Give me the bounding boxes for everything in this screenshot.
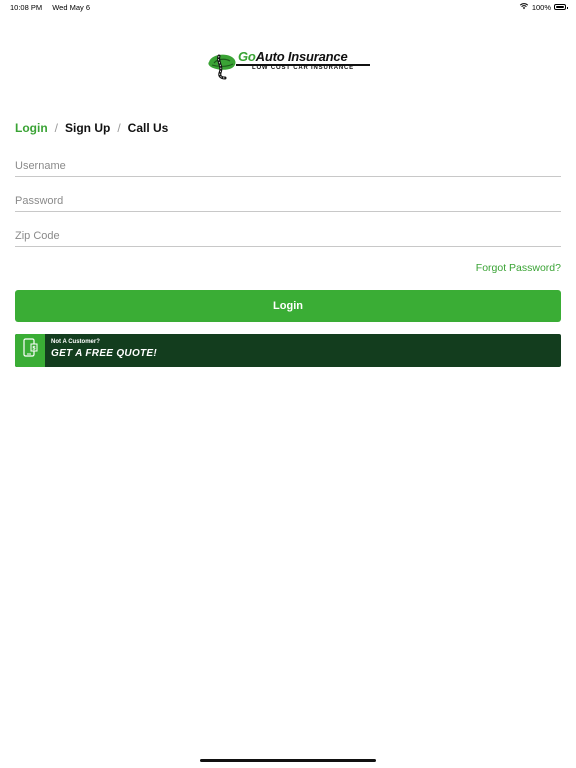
forgot-password-link[interactable]: Forgot Password?: [476, 262, 561, 274]
password-input[interactable]: [15, 191, 561, 211]
auth-tabs: Login / Sign Up / Call Us: [15, 121, 168, 135]
wifi-icon: [519, 2, 529, 12]
tab-call-us[interactable]: Call Us: [128, 121, 169, 135]
username-input[interactable]: [15, 156, 561, 176]
logo-emblem-icon: [208, 50, 240, 85]
status-time: 10:08 PM: [10, 3, 43, 12]
logo-title-rest: Auto Insurance: [255, 49, 348, 64]
status-left: 10:08 PM Wed May 6: [10, 3, 90, 12]
app-logo: GoAuto Insurance LOW COST CAR INSURANCE: [208, 48, 370, 80]
battery-percent: 100%: [531, 2, 551, 12]
status-bar: 10:08 PM Wed May 6 100%: [0, 0, 576, 14]
logo-title: GoAuto Insurance: [238, 49, 348, 64]
tab-separator: /: [54, 121, 58, 135]
password-field-container: [15, 191, 561, 212]
svg-text:$: $: [32, 346, 36, 352]
home-indicator[interactable]: [200, 759, 376, 762]
login-button[interactable]: Login: [15, 290, 561, 322]
status-right: 100%: [519, 2, 568, 12]
tab-separator: /: [117, 121, 121, 135]
quote-small-text: Not A Customer?: [51, 339, 100, 345]
free-quote-banner[interactable]: $ Not A Customer? GET A FREE QUOTE!: [15, 334, 561, 367]
logo-tagline: LOW COST CAR INSURANCE: [252, 65, 354, 71]
quote-big-text: GET A FREE QUOTE!: [51, 348, 158, 359]
tab-login[interactable]: Login: [15, 121, 48, 135]
zip-code-input[interactable]: [15, 226, 561, 246]
phone-dollar-icon: $: [22, 338, 38, 363]
zip-code-field-container: [15, 226, 561, 247]
tab-sign-up[interactable]: Sign Up: [65, 121, 110, 135]
status-date: Wed May 6: [52, 3, 90, 12]
battery-icon: [554, 4, 568, 10]
quote-icon-box: $: [15, 334, 45, 367]
logo-title-go: Go: [238, 49, 256, 64]
username-field-container: [15, 156, 561, 177]
login-button-label: Login: [273, 300, 303, 312]
